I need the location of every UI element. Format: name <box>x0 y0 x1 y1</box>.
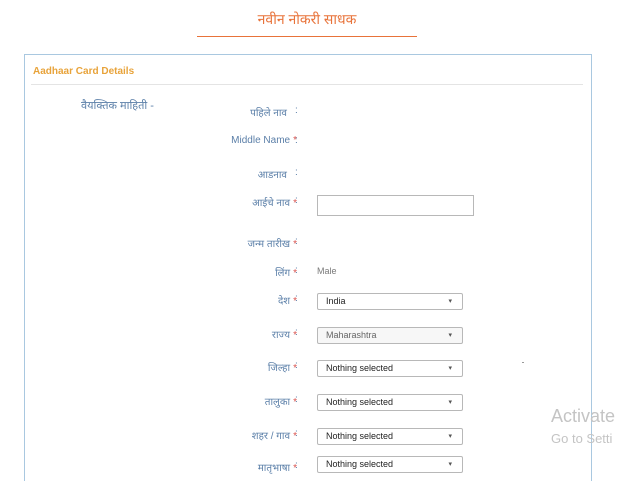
district-label: जिल्हा * <box>267 363 297 374</box>
first-name-label: पहिले नाव <box>250 108 287 119</box>
state-select[interactable]: Maharashtra ▾ <box>317 327 463 344</box>
chevron-down-icon: ▾ <box>448 461 452 468</box>
last-name-colon: : <box>295 167 298 178</box>
taluka-select[interactable]: Nothing selected ▾ <box>317 394 463 411</box>
city-village-select[interactable]: Nothing selected ▾ <box>317 428 463 445</box>
country-select[interactable]: India ▾ <box>317 293 463 310</box>
stray-dot <box>522 362 524 363</box>
middle-name-colon: : <box>295 135 298 146</box>
city-village-select-value: Nothing selected <box>326 431 394 441</box>
gender-label: लिंग * <box>275 268 297 279</box>
taluka-colon: : <box>295 394 298 405</box>
mother-tongue-label: मातृभाषा * <box>257 463 297 474</box>
city-village-label: शहर / गाव * <box>251 431 297 442</box>
title-underline <box>197 36 417 37</box>
country-select-value: India <box>326 296 346 306</box>
aadhaar-details-panel: Aadhaar Card Details वैयक्तिक माहिती - प… <box>24 54 592 481</box>
city-village-colon: : <box>295 428 298 439</box>
mother-name-label: आईचे नाव * <box>252 198 297 209</box>
mother-tongue-select-value: Nothing selected <box>326 459 394 469</box>
state-colon: : <box>295 327 298 338</box>
mother-tongue-colon: : <box>295 460 298 471</box>
page-title: नवीन नोकरी साधक <box>257 11 357 27</box>
mother-name-colon: : <box>295 195 298 206</box>
country-colon: : <box>295 293 298 304</box>
chevron-down-icon: ▾ <box>448 365 452 372</box>
chevron-down-icon: ▾ <box>448 433 452 440</box>
page: नवीन नोकरी साधक Aadhaar Card Details वैय… <box>0 0 626 481</box>
panel-divider <box>31 84 583 85</box>
chevron-down-icon: ▾ <box>448 298 452 305</box>
activate-watermark-subtitle: Go to Setti <box>551 431 613 446</box>
state-select-value: Maharashtra <box>326 330 377 340</box>
chevron-down-icon: ▾ <box>448 399 452 406</box>
taluka-label: तालुका * <box>264 397 297 408</box>
gender-value: Male <box>317 266 337 276</box>
chevron-down-icon: ▾ <box>448 332 452 339</box>
mother-name-input[interactable] <box>317 195 474 216</box>
section-label-personal-info: वैयक्तिक माहिती - <box>81 100 154 112</box>
last-name-label: आडनाव <box>257 170 287 181</box>
district-select-value: Nothing selected <box>326 363 394 373</box>
state-label: राज्य * <box>271 330 297 341</box>
middle-name-label: Middle Name * <box>231 135 297 146</box>
panel-heading: Aadhaar Card Details <box>33 66 135 77</box>
activate-watermark-title: Activate <box>551 406 616 426</box>
dob-colon: : <box>295 236 298 247</box>
dob-label: जन्म तारीख * <box>247 239 297 250</box>
mother-tongue-select[interactable]: Nothing selected ▾ <box>317 456 463 473</box>
district-colon: : <box>295 360 298 371</box>
district-select[interactable]: Nothing selected ▾ <box>317 360 463 377</box>
taluka-select-value: Nothing selected <box>326 397 394 407</box>
first-name-colon: : <box>295 105 298 116</box>
gender-colon: : <box>295 265 298 276</box>
